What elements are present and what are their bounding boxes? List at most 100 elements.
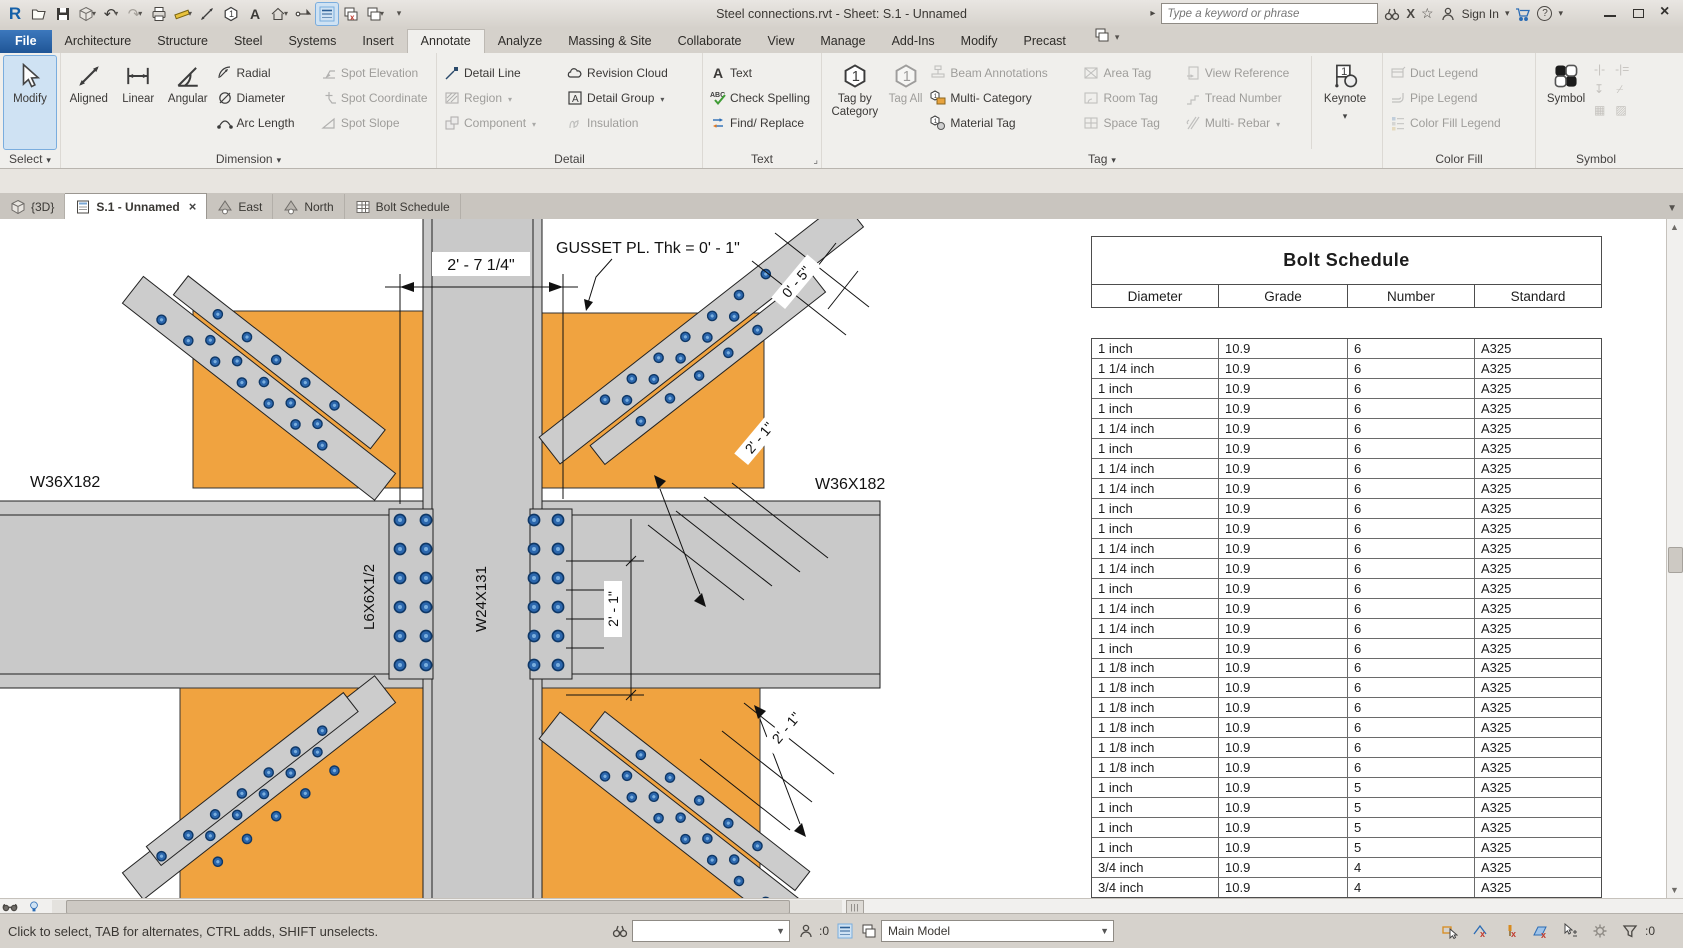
schedule-row[interactable]: 3/4 inch10.94A325 <box>1092 878 1601 897</box>
tab-precast[interactable]: Precast <box>1011 30 1079 53</box>
dim-21-mid-text[interactable]: 2' - 1" <box>605 591 621 627</box>
close-hidden-windows-icon[interactable] <box>340 3 362 25</box>
select-links-icon[interactable] <box>1442 923 1458 939</box>
help-caret-icon[interactable]: ▾ <box>1558 8 1563 19</box>
view-tab-bolt-schedule[interactable]: Bolt Schedule <box>345 194 461 219</box>
reveal-hidden-elements-icon[interactable] <box>26 900 42 913</box>
scroll-up-icon[interactable]: ▲ <box>1667 219 1682 235</box>
gusset-note-text[interactable]: GUSSET PL. Thk = 0' - 1" <box>556 240 740 257</box>
panel-label-dimension[interactable]: Dimension <box>61 149 436 168</box>
tab-manage[interactable]: Manage <box>807 30 878 53</box>
ribbon-display-caret-icon[interactable]: ▾ <box>1115 32 1120 43</box>
schedule-row[interactable]: 3/4 inch10.94A325 <box>1092 858 1601 878</box>
design-options-icon[interactable] <box>861 923 877 939</box>
schedule-row[interactable]: 1 inch10.96A325 <box>1092 439 1601 459</box>
column[interactable] <box>423 219 542 898</box>
schedule-row[interactable]: 1 inch10.96A325 <box>1092 499 1601 519</box>
vertical-scrollbar[interactable]: ▲ ▼ <box>1666 219 1683 898</box>
schedule-row[interactable]: 1 1/4 inch10.96A325 <box>1092 479 1601 499</box>
aligned-dimension-icon[interactable] <box>196 3 218 25</box>
panel-label-symbol[interactable]: Symbol <box>1536 149 1656 168</box>
column-label[interactable]: W24X131 <box>473 566 490 632</box>
print-icon[interactable] <box>148 3 170 25</box>
bolt-schedule-title[interactable]: Bolt Schedule <box>1092 237 1601 285</box>
schedule-row[interactable]: 1 1/4 inch10.96A325 <box>1092 559 1601 579</box>
schedule-row[interactable]: 1 inch10.96A325 <box>1092 339 1601 359</box>
schedule-row[interactable]: 1 inch10.95A325 <box>1092 838 1601 858</box>
tab-architecture[interactable]: Architecture <box>52 30 145 53</box>
schedule-row[interactable]: 1 1/4 inch10.96A325 <box>1092 359 1601 379</box>
clip-angle-left[interactable] <box>389 509 433 679</box>
redo-icon[interactable]: ↷▾ <box>124 3 146 25</box>
view-tab-list-caret-icon[interactable]: ▼ <box>1667 203 1677 214</box>
schedule-row[interactable]: 1 1/8 inch10.96A325 <box>1092 758 1601 778</box>
schedule-row[interactable]: 1 inch10.95A325 <box>1092 778 1601 798</box>
switch-windows-icon[interactable]: ▾ <box>364 3 386 25</box>
ribbon-display-icon[interactable] <box>1093 27 1111 48</box>
close-button[interactable] <box>1659 7 1673 19</box>
horizontal-scroll-track[interactable] <box>52 900 842 913</box>
schedule-row[interactable]: 1 1/8 inch10.96A325 <box>1092 678 1601 698</box>
angle-label[interactable]: L6X6X1/2 <box>361 564 378 630</box>
bolt-schedule-header[interactable]: Bolt Schedule Diameter Grade Number Stan… <box>1091 236 1602 308</box>
tag-by-category-button[interactable]: Tag by Category <box>826 56 884 149</box>
schedule-row[interactable]: 1 inch10.96A325 <box>1092 379 1601 399</box>
column-header-grade[interactable]: Grade <box>1219 285 1348 307</box>
measure-icon[interactable]: ▾ <box>172 3 194 25</box>
beam-right-label[interactable]: W36X182 <box>815 476 885 493</box>
revit-logo-icon[interactable]: R <box>4 3 26 25</box>
section-icon[interactable] <box>292 3 314 25</box>
column-header-number[interactable]: Number <box>1348 285 1475 307</box>
filter-icon[interactable] <box>1622 923 1638 939</box>
tab-analyze[interactable]: Analyze <box>485 30 555 53</box>
tab-collaborate[interactable]: Collaborate <box>665 30 755 53</box>
design-options-dropdown[interactable]: Main Model▼ <box>881 920 1114 942</box>
panel-label-tag[interactable]: Tag <box>822 149 1382 168</box>
multi-category-button[interactable]: Multi- Category <box>927 85 1078 110</box>
schedule-row[interactable]: 1 inch10.95A325 <box>1092 798 1601 818</box>
keynote-button[interactable]: Keynote <box>1312 56 1378 149</box>
column-header-diameter[interactable]: Diameter <box>1092 285 1219 307</box>
schedule-row[interactable]: 1 1/4 inch10.96A325 <box>1092 539 1601 559</box>
schedule-row[interactable]: 1 1/8 inch10.96A325 <box>1092 698 1601 718</box>
detail-line-button[interactable]: Detail Line <box>441 60 562 85</box>
editing-requests-icon[interactable] <box>798 923 814 939</box>
angular-button[interactable]: Angular <box>164 56 212 149</box>
schedule-row[interactable]: 1 1/4 inch10.96A325 <box>1092 599 1601 619</box>
detail-group-button[interactable]: Detail Group <box>564 85 698 110</box>
tag-icon[interactable] <box>220 3 242 25</box>
tab-addins[interactable]: Add-Ins <box>879 30 948 53</box>
tab-massing-site[interactable]: Massing & Site <box>555 30 664 53</box>
search-icon[interactable] <box>1384 6 1400 22</box>
column-header-standard[interactable]: Standard <box>1475 285 1601 307</box>
dim-top-text[interactable]: 2' - 7 1/4" <box>447 257 514 274</box>
worksets-dropdown[interactable]: ▼ <box>632 920 790 942</box>
tab-view[interactable]: View <box>755 30 808 53</box>
arc-length-button[interactable]: Arc Length <box>214 110 316 135</box>
view-tab-east[interactable]: East <box>207 194 273 219</box>
view-tab-north[interactable]: North <box>273 194 344 219</box>
text-icon[interactable]: A <box>244 3 266 25</box>
panel-label-color-fill[interactable]: Color Fill <box>1383 149 1535 168</box>
restore-button[interactable] <box>1631 7 1645 19</box>
radial-button[interactable]: Radial <box>214 60 316 85</box>
minimize-button[interactable] <box>1603 7 1617 19</box>
thin-lines-icon[interactable] <box>316 3 338 25</box>
schedule-row[interactable]: 1 1/8 inch10.96A325 <box>1092 659 1601 679</box>
beam-left-label[interactable]: W36X182 <box>30 474 100 491</box>
close-view-tab-icon[interactable] <box>185 199 197 214</box>
clip-angle-right[interactable] <box>530 509 572 679</box>
schedule-row[interactable]: 1 1/4 inch10.96A325 <box>1092 459 1601 479</box>
schedule-row[interactable]: 1 1/4 inch10.96A325 <box>1092 419 1601 439</box>
diameter-button[interactable]: Diameter <box>214 85 316 110</box>
panel-label-text[interactable]: Text <box>703 149 821 168</box>
text-button[interactable]: AText <box>707 60 817 85</box>
sign-in-label[interactable]: Sign In <box>1462 7 1499 21</box>
select-elements-by-face-icon[interactable] <box>1532 923 1548 939</box>
worksets-icon[interactable] <box>612 923 628 939</box>
schedule-row[interactable]: 1 1/8 inch10.96A325 <box>1092 738 1601 758</box>
schedule-row[interactable]: 1 inch10.96A325 <box>1092 639 1601 659</box>
tab-file[interactable]: File <box>0 30 52 53</box>
schedule-row[interactable]: 1 inch10.95A325 <box>1092 818 1601 838</box>
panel-label-select[interactable]: Select <box>0 149 60 168</box>
